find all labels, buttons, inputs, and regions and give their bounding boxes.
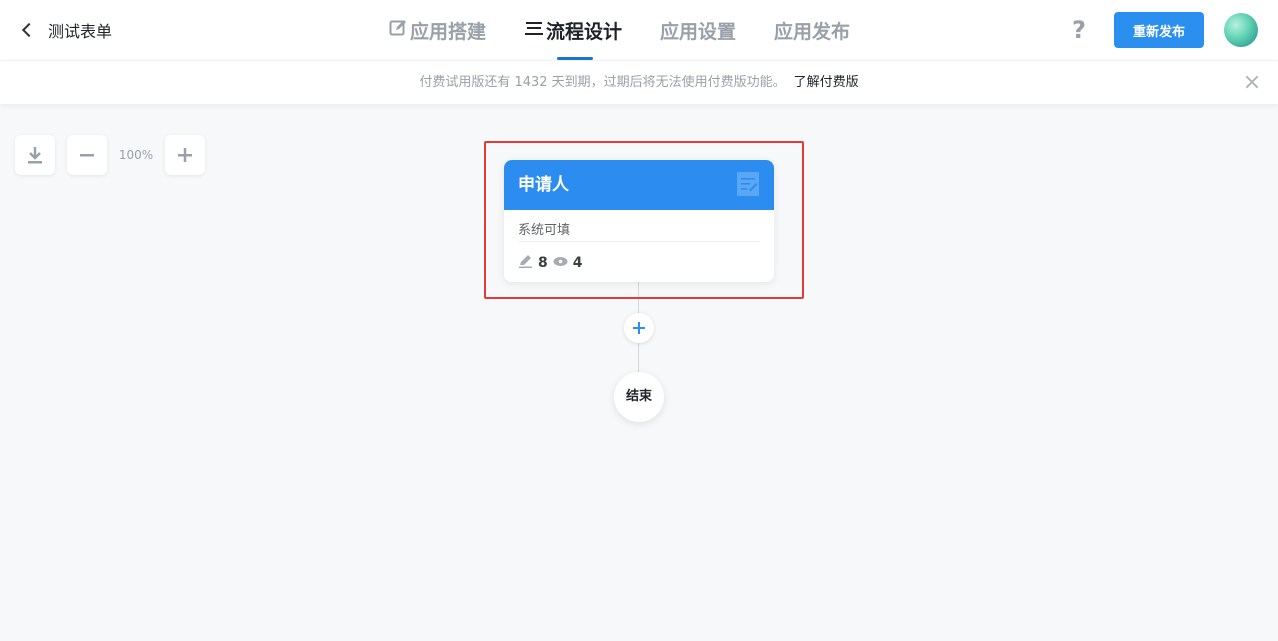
node-subtitle: 系统可填 bbox=[518, 222, 760, 242]
download-icon bbox=[28, 147, 42, 164]
close-icon[interactable] bbox=[1243, 73, 1261, 91]
chevron-left-icon bbox=[21, 22, 37, 38]
eye-icon bbox=[553, 254, 568, 273]
download-button[interactable] bbox=[15, 135, 55, 175]
notice-message-row: 付费试用版还有 1432 天到期，过期后将无法使用付费版功能。 了解付费版 bbox=[0, 61, 1278, 105]
pencil-icon bbox=[518, 254, 533, 273]
main-tabs: 应用搭建 流程设计 应用设置 应用发布 bbox=[388, 0, 888, 60]
zoom-out-button[interactable] bbox=[67, 135, 107, 175]
tab-label: 应用发布 bbox=[774, 20, 851, 43]
tab-label: 应用搭建 bbox=[410, 20, 487, 43]
avatar[interactable] bbox=[1224, 13, 1258, 47]
tab-label: 流程设计 bbox=[546, 20, 623, 43]
node-header: 申请人 bbox=[504, 160, 774, 210]
tab-app-settings[interactable]: 应用设置 bbox=[660, 0, 736, 60]
tab-app-build[interactable]: 应用搭建 bbox=[388, 0, 486, 60]
trial-notice-bar: 付费试用版还有 1432 天到期，过期后将无法使用付费版功能。 了解付费版 bbox=[0, 60, 1278, 104]
applicant-node[interactable]: 申请人 系统可填 8 4 bbox=[504, 160, 774, 282]
plus-icon bbox=[178, 148, 192, 162]
end-node: 结束 bbox=[614, 372, 664, 422]
node-title: 申请人 bbox=[518, 175, 569, 195]
flow-connector bbox=[638, 343, 639, 372]
learn-paid-link[interactable]: 了解付费版 bbox=[794, 75, 859, 90]
tab-label: 应用设置 bbox=[660, 20, 737, 43]
zoom-level: 100% bbox=[118, 148, 154, 162]
back-button[interactable]: 测试表单 bbox=[18, 18, 112, 42]
tab-flow-design[interactable]: 流程设计 bbox=[524, 0, 622, 60]
form-title: 测试表单 bbox=[48, 22, 113, 41]
republish-button[interactable]: 重新发布 bbox=[1114, 12, 1204, 48]
add-node-button[interactable] bbox=[624, 313, 654, 343]
zoom-in-button[interactable] bbox=[165, 135, 205, 175]
edit-count: 8 bbox=[538, 255, 548, 271]
minus-icon bbox=[80, 154, 94, 157]
notice-text: 付费试用版还有 1432 天到期，过期后将无法使用付费版功能。 bbox=[419, 75, 786, 90]
view-count: 4 bbox=[572, 255, 583, 271]
form-edit-icon bbox=[737, 172, 759, 196]
help-icon[interactable]: ? bbox=[1068, 16, 1090, 44]
node-stats: 8 4 bbox=[518, 254, 588, 272]
tab-app-publish[interactable]: 应用发布 bbox=[774, 0, 850, 60]
top-header: 测试表单 应用搭建 流程设计 应用设置 应用发布 ? 重新发布 bbox=[0, 0, 1278, 60]
flow-icon bbox=[524, 18, 544, 43]
edit-icon bbox=[388, 18, 408, 43]
